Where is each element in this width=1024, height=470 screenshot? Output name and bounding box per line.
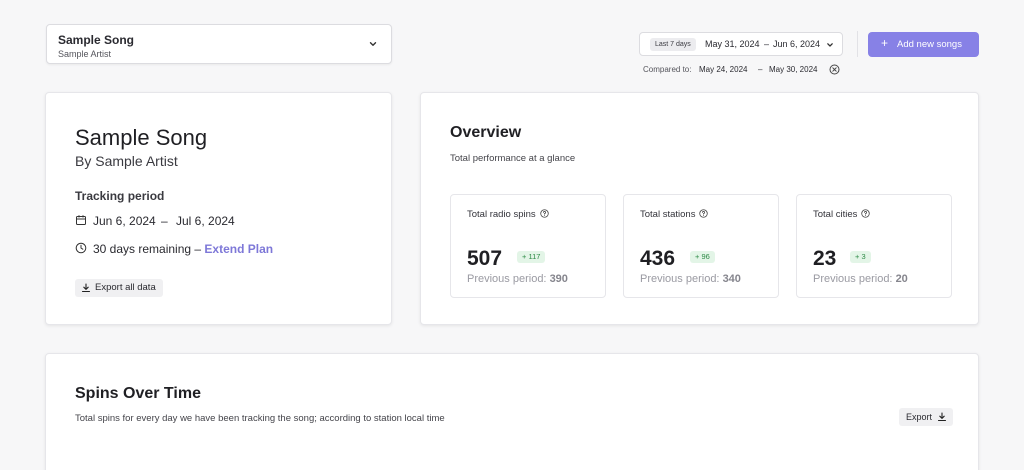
stat-previous-period: Previous period: 340: [640, 273, 741, 285]
date-range-picker[interactable]: Last 7 days May 31, 2024 – Jun 6, 2024: [639, 32, 843, 56]
tracking-period-heading: Tracking period: [75, 189, 165, 203]
overview-card: Overview Total performance at a glance T…: [420, 92, 979, 325]
help-circle-icon[interactable]: [861, 209, 871, 218]
stat-delta-badge: + 117: [517, 251, 546, 263]
spins-over-time-card: Spins Over Time Total spins for every da…: [45, 353, 979, 470]
calendar-icon: [76, 215, 86, 225]
stat-card-stations: Total stations 436 + 96 Previous period:…: [623, 194, 779, 298]
export-all-data-label: Export all data: [95, 282, 156, 293]
selected-song-title: Sample Song: [58, 33, 135, 47]
add-new-songs-label: Add new songs: [897, 39, 962, 50]
song-artist-line: By Sample Artist: [75, 153, 178, 169]
period-start: Jun 6, 2024: [93, 214, 156, 228]
clock-icon: [75, 242, 87, 254]
export-label: Export: [906, 412, 933, 422]
song-title: Sample Song: [75, 125, 208, 150]
stat-card-cities: Total cities 23 + 3 Previous period: 20: [796, 194, 952, 298]
stat-delta-badge: + 96: [690, 251, 715, 263]
stat-delta-badge: + 3: [850, 251, 871, 263]
selected-song-artist: Sample Artist: [58, 49, 112, 59]
overview-title: Overview: [450, 124, 522, 141]
help-circle-icon[interactable]: [539, 209, 549, 218]
stat-previous-period: Previous period: 390: [467, 273, 568, 285]
stat-value: 507: [467, 247, 503, 270]
date-range-start: May 31, 2024: [705, 39, 760, 49]
stat-label: Total radio spins: [467, 209, 536, 220]
song-info-card: Sample Song By Sample Artist Tracking pe…: [45, 92, 392, 325]
compare-start: May 24, 2024: [699, 65, 748, 74]
chevron-down-icon: [827, 43, 833, 47]
close-circle-icon[interactable]: [829, 64, 840, 75]
spins-over-time-subtitle: Total spins for every day we have been t…: [75, 413, 445, 424]
compare-end: May 30, 2024: [769, 65, 818, 74]
date-range-separator: –: [764, 39, 770, 49]
date-range-end: Jun 6, 2024: [773, 39, 821, 49]
download-icon: [81, 283, 91, 293]
spins-over-time-title: Spins Over Time: [75, 385, 201, 402]
period-separator: –: [161, 214, 168, 228]
stat-card-radio-spins: Total radio spins 507 + 117 Previous per…: [450, 194, 606, 298]
download-icon: [937, 412, 947, 422]
plus-icon: +: [881, 36, 889, 50]
stat-previous-period: Previous period: 20: [813, 273, 908, 285]
stat-value: 23: [813, 247, 837, 270]
remaining-days-text: 30 days remaining –: [93, 242, 205, 256]
extend-plan-link[interactable]: Extend Plan: [204, 242, 273, 256]
compare-label: Compared to:: [643, 65, 692, 74]
chevron-down-icon: [369, 42, 377, 46]
header-divider: [857, 31, 858, 57]
add-new-songs-button[interactable]: + Add new songs: [868, 32, 979, 57]
date-preset-badge: Last 7 days: [650, 38, 696, 51]
song-select-dropdown[interactable]: Sample Song Sample Artist: [46, 24, 392, 64]
stat-label: Total cities: [813, 209, 858, 220]
stat-label: Total stations: [640, 209, 696, 220]
export-button[interactable]: Export: [899, 408, 954, 426]
help-circle-icon[interactable]: [699, 209, 709, 218]
export-all-data-button[interactable]: Export all data: [75, 279, 163, 297]
compare-separator: –: [758, 65, 763, 74]
period-end: Jul 6, 2024: [176, 214, 235, 228]
overview-subtitle: Total performance at a glance: [450, 153, 576, 164]
stat-value: 436: [640, 247, 676, 270]
